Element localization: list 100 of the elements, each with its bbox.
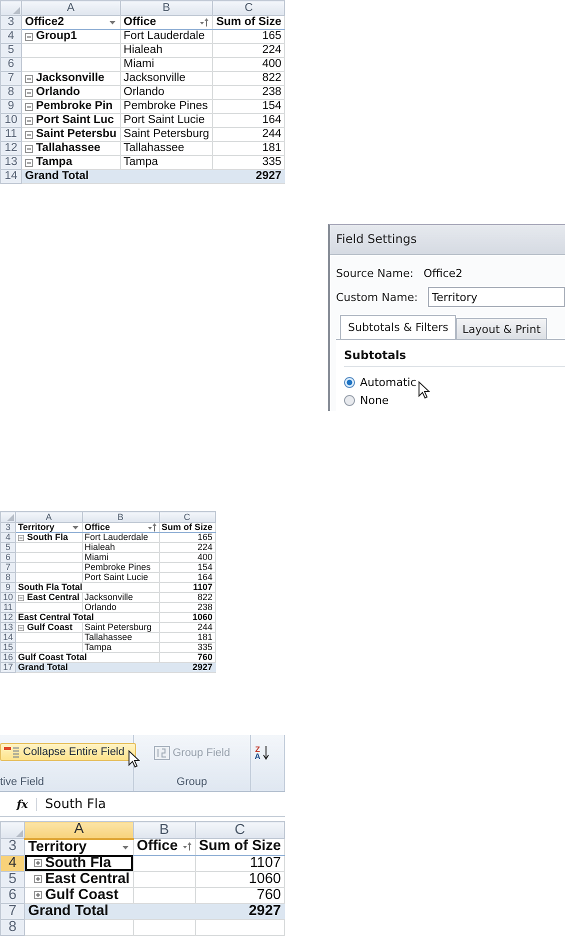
row-header[interactable]: 13: [0, 622, 16, 632]
minus-box-icon[interactable]: [25, 158, 33, 166]
row-header[interactable]: 16: [0, 652, 16, 662]
total-value: 2927: [256, 170, 282, 182]
table-cell: 335: [262, 156, 282, 168]
sort-filter-icon[interactable]: [146, 523, 157, 532]
minus-box-icon[interactable]: [18, 594, 24, 600]
row-header[interactable]: 12: [0, 142, 22, 156]
radio-button[interactable]: [344, 376, 355, 388]
total-label: Grand Total: [28, 902, 108, 918]
table-cell: Hialeah: [124, 44, 163, 56]
row-header[interactable]: 11: [0, 128, 22, 142]
row-header[interactable]: 8: [0, 919, 25, 935]
field-header: Territory: [28, 840, 87, 854]
table-cell: 224: [262, 44, 282, 56]
minus-box-icon[interactable]: [25, 116, 33, 124]
column-header[interactable]: A: [22, 0, 120, 16]
table-cell: 164: [198, 572, 213, 582]
row-header[interactable]: 6: [0, 552, 16, 562]
plus-box-icon[interactable]: [34, 891, 42, 899]
sort-filter-icon[interactable]: [199, 18, 210, 27]
table-cell: Miami: [84, 552, 109, 562]
row-header[interactable]: 4: [0, 855, 25, 871]
tab[interactable]: Subtotals & Filters: [340, 315, 456, 339]
minus-box-icon[interactable]: [25, 144, 33, 152]
row-header[interactable]: 7: [0, 562, 16, 572]
column-header[interactable]: C: [159, 512, 216, 522]
column-header[interactable]: B: [133, 822, 196, 838]
row-header[interactable]: 8: [0, 86, 22, 100]
column-header[interactable]: B: [82, 512, 160, 522]
row-header[interactable]: 17: [0, 662, 16, 672]
row-header[interactable]: 6: [0, 887, 25, 903]
section-heading: Subtotals: [344, 348, 565, 367]
table-cell: 400: [262, 58, 282, 70]
sort-filter-icon[interactable]: [182, 842, 192, 852]
row-label: East Central: [45, 872, 130, 886]
row-header[interactable]: 7: [0, 903, 25, 919]
row-header[interactable]: 3: [0, 16, 22, 30]
row-header[interactable]: 7: [0, 72, 22, 86]
row-header[interactable]: 5: [0, 871, 25, 887]
row-label: Port Saint Luc: [36, 114, 114, 127]
minus-box-icon[interactable]: [25, 130, 33, 138]
row-header[interactable]: 4: [0, 532, 16, 542]
option-label[interactable]: None: [360, 394, 389, 406]
minus-box-icon[interactable]: [18, 624, 24, 630]
row-header[interactable]: 14: [0, 632, 16, 642]
column-header[interactable]: C: [212, 0, 285, 16]
corner-triangle-icon: [7, 514, 14, 521]
row-label: South Fla: [27, 533, 68, 542]
table-cell: Port Saint Lucie: [84, 572, 148, 582]
field-header: Sum of Size: [162, 523, 213, 532]
row-label: Gulf Coast: [45, 888, 118, 902]
row-header[interactable]: 14: [0, 170, 22, 184]
column-header[interactable]: A: [24, 822, 134, 838]
row-label: Group1: [36, 30, 77, 43]
row-header[interactable]: 8: [0, 572, 16, 582]
row-header[interactable]: 15: [0, 642, 16, 652]
field-header: Sum of Size: [216, 16, 282, 29]
option-label[interactable]: Automatic: [360, 376, 416, 388]
row-header[interactable]: 9: [0, 582, 16, 592]
column-header[interactable]: C: [195, 822, 284, 838]
row-header[interactable]: 11: [0, 602, 16, 612]
row-header[interactable]: 5: [0, 542, 16, 552]
input-field[interactable]: Territory: [428, 287, 565, 307]
corner-triangle-icon: [16, 830, 24, 837]
sort-button[interactable]: Z A: [250, 743, 274, 763]
table-cell: 822: [262, 72, 282, 84]
plus-box-icon[interactable]: [34, 859, 42, 867]
row-label: Tallahassee: [36, 142, 100, 155]
row-header[interactable]: 6: [0, 58, 22, 72]
table-cell: 400: [198, 552, 213, 562]
row-label: East Central: [27, 593, 80, 602]
row-header[interactable]: 3: [0, 522, 16, 532]
minus-box-icon[interactable]: [25, 102, 33, 110]
row-header[interactable]: 12: [0, 612, 16, 622]
dropdown-arrow-icon[interactable]: [70, 523, 80, 532]
column-header[interactable]: A: [16, 512, 82, 522]
dropdown-arrow-icon[interactable]: [108, 18, 117, 27]
function-label[interactable]: fx: [0, 798, 37, 810]
row-header[interactable]: 13: [0, 156, 22, 170]
table-cell: 1060: [248, 870, 281, 886]
row-header[interactable]: 9: [0, 100, 22, 114]
row-header[interactable]: 5: [0, 44, 22, 58]
row-header[interactable]: 4: [0, 30, 22, 44]
minus-box-icon[interactable]: [25, 74, 33, 82]
minus-box-icon[interactable]: [18, 534, 24, 540]
row-header[interactable]: 10: [0, 114, 22, 128]
radio-button[interactable]: [344, 394, 355, 406]
minus-box-icon[interactable]: [25, 88, 33, 96]
table-cell: Tallahassee: [124, 142, 184, 154]
tab[interactable]: Layout & Print: [456, 318, 547, 339]
plus-box-icon[interactable]: [34, 875, 42, 883]
row-header[interactable]: 3: [0, 838, 25, 855]
row-header[interactable]: 10: [0, 592, 16, 602]
minus-box-icon[interactable]: [25, 32, 33, 40]
total-value: 2927: [248, 902, 281, 918]
column-header[interactable]: B: [120, 0, 213, 16]
field-label: Source Name:: [336, 266, 414, 280]
total-label: South Fla Total: [18, 582, 82, 592]
total-value: 1107: [193, 582, 213, 592]
